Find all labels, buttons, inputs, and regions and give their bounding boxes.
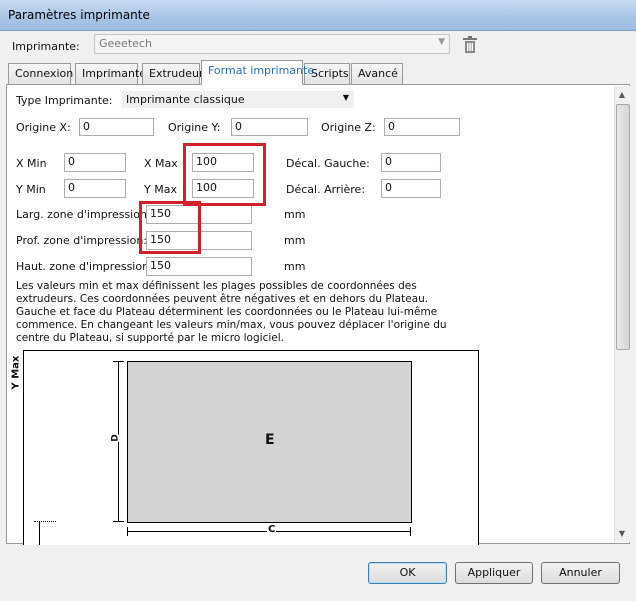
ymin-label: Y Min [16, 183, 46, 196]
window-title: Paramètres imprimante [8, 8, 150, 22]
diagram-plate: E [127, 361, 412, 523]
trash-icon[interactable] [462, 36, 478, 54]
xmin-label: X Min [16, 157, 47, 170]
height-unit: mm [284, 260, 306, 273]
diagram-width-label: C [267, 524, 277, 535]
ymax-label: Y Max [144, 183, 177, 196]
diagram-origin-dotted [34, 521, 56, 523]
printer-type-label: Type Imprimante: [16, 94, 113, 107]
tab-imprimante[interactable]: Imprimante [75, 63, 146, 84]
cancel-button[interactable]: Annuler [541, 562, 620, 584]
origin-x-input[interactable]: 0 [79, 118, 154, 136]
bed-diagram: E D C [23, 350, 479, 545]
diagram-depth-label: D [110, 434, 121, 442]
chevron-down-icon: ▼ [342, 93, 349, 102]
printer-select-value: Geeetech [99, 37, 152, 50]
height-input[interactable]: 150 [146, 257, 252, 276]
origin-y-input[interactable]: 0 [231, 118, 308, 136]
chevron-down-icon: ▼ [438, 37, 445, 47]
origin-x-label: Origine X: [16, 121, 71, 134]
offset-left-label: Décal. Gauche: [286, 157, 370, 170]
diagram-width-tick-left [127, 527, 128, 536]
diagram-plate-label: E [265, 432, 275, 448]
diagram-width-tick-right [410, 527, 411, 536]
tab-avance[interactable]: Avancé [351, 63, 403, 84]
tab-extrudeur[interactable]: Extrudeur [142, 63, 204, 84]
origin-z-input[interactable]: 0 [384, 118, 460, 136]
offset-back-label: Décal. Arrière: [286, 183, 366, 196]
width-unit: mm [284, 208, 306, 221]
xmax-label: X Max [144, 157, 178, 170]
description-text: Les valeurs min et max définissent les p… [16, 280, 447, 344]
offset-back-input[interactable]: 0 [381, 179, 441, 198]
printer-type-value: Imprimante classique [126, 93, 245, 106]
tab-connexion[interactable]: Connexion [8, 63, 73, 84]
diagram-depth-tick-top [113, 361, 124, 362]
height-label: Haut. zone d'impression: [16, 260, 153, 273]
ok-button[interactable]: OK [368, 562, 447, 584]
highlight-width-depth [139, 201, 201, 254]
title-bar: Paramètres imprimante [0, 0, 636, 31]
diagram-origin-line [39, 521, 40, 545]
ymin-input[interactable]: 0 [64, 179, 126, 198]
diagram-depth-tick-bottom [113, 521, 124, 522]
origin-y-label: Origine Y: [168, 121, 221, 134]
width-label: Larg. zone d'impression: [16, 208, 151, 221]
scroll-down-icon[interactable]: ▼ [615, 526, 629, 542]
printer-select[interactable]: Geeetech ▼ [94, 34, 450, 54]
diagram-ymax-label: Y Max [10, 355, 22, 390]
highlight-xmax-ymax [183, 143, 266, 206]
scroll-up-icon[interactable]: ▲ [615, 87, 629, 103]
printer-type-select[interactable]: Imprimante classique ▼ [122, 91, 354, 108]
depth-unit: mm [284, 234, 306, 247]
scrollbar-thumb[interactable] [616, 104, 630, 350]
depth-label: Prof. zone d'impression: [16, 234, 147, 247]
offset-left-input[interactable]: 0 [381, 153, 441, 172]
apply-button[interactable]: Appliquer [455, 562, 533, 584]
tab-format-imprimante[interactable]: Format imprimante [201, 60, 314, 85]
diagram-ymax-label-wrap: Y Max [10, 352, 22, 392]
origin-z-label: Origine Z: [321, 121, 376, 134]
xmin-input[interactable]: 0 [64, 153, 126, 172]
printer-label: Imprimante: [12, 40, 80, 53]
